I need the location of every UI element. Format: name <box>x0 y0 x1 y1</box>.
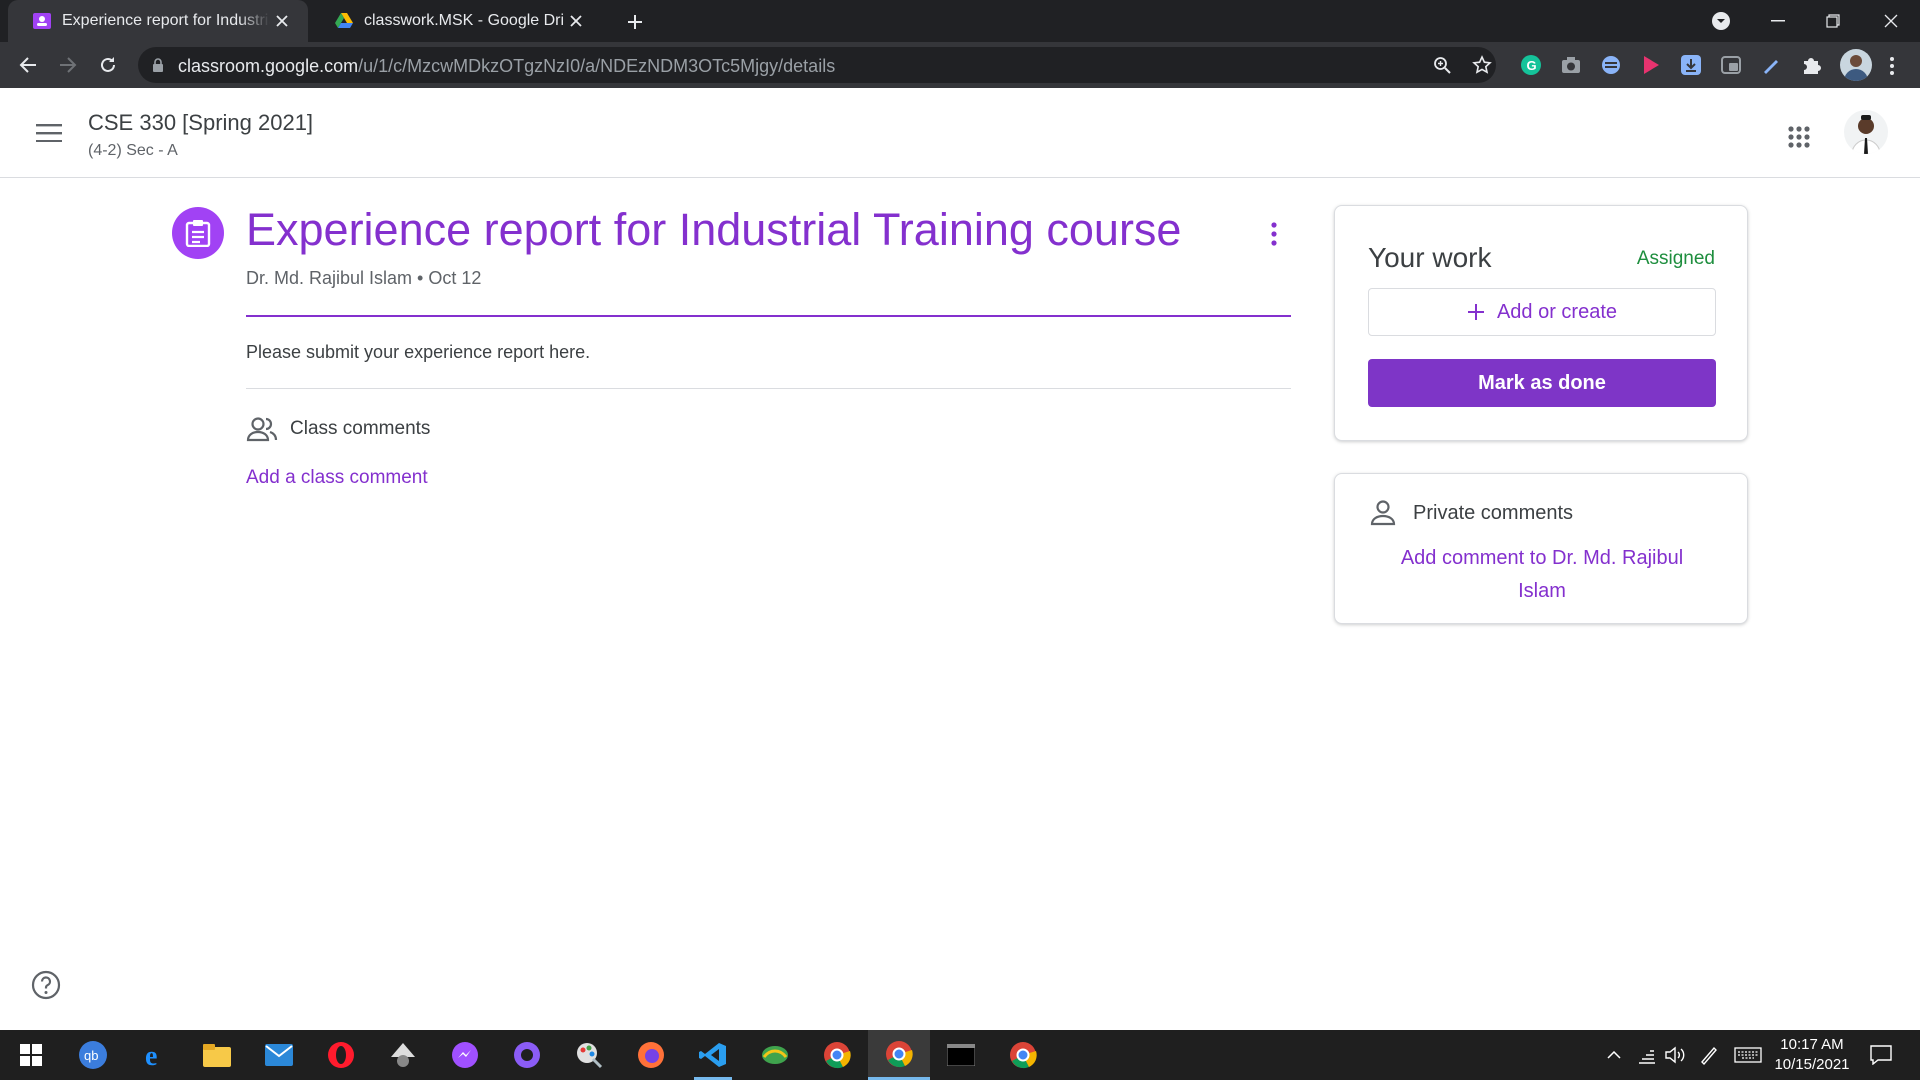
plus-icon <box>1467 304 1484 320</box>
show-hidden-icons-chevron-icon[interactable] <box>1602 1044 1626 1066</box>
windows-start-icon[interactable] <box>0 1030 62 1080</box>
main-menu-icon[interactable] <box>28 112 70 154</box>
private-comments-card: Private comments Add comment to Dr. Md. … <box>1334 473 1748 624</box>
github-desktop-icon[interactable] <box>496 1030 558 1080</box>
edge-browser-icon[interactable]: e <box>124 1030 186 1080</box>
class-name[interactable]: CSE 330 [Spring 2021] <box>88 110 313 136</box>
qbittorrent-icon[interactable]: qb <box>62 1030 124 1080</box>
touch-keyboard-icon[interactable] <box>1732 1044 1764 1066</box>
download-extension-icon[interactable] <box>1680 54 1702 76</box>
url-text: classroom.google.com/u/1/c/MzcwMDkzOTgzN… <box>178 56 836 76</box>
tab-title: classwork.MSK - Google Drive <box>364 12 564 29</box>
class-comments-heading: Class comments <box>290 418 431 439</box>
tab-search-icon[interactable] <box>1696 0 1746 42</box>
system-clock[interactable]: 10:17 AM 10/15/2021 <box>1770 1035 1854 1075</box>
network-icon[interactable] <box>1634 1044 1660 1066</box>
clock-date: 10/15/2021 <box>1774 1056 1850 1073</box>
file-explorer-icon[interactable] <box>186 1030 248 1080</box>
restore-icon[interactable] <box>1808 0 1858 42</box>
pen-extension-icon[interactable] <box>1760 54 1782 76</box>
assignment-instructions: Please submit your experience report her… <box>246 342 591 362</box>
camera-extension-icon[interactable] <box>1560 54 1582 76</box>
tab-classroom[interactable]: Experience report for Industrial Tr <box>8 0 308 42</box>
assignment-icon <box>172 207 224 259</box>
vpn-extension-icon[interactable] <box>1600 54 1622 76</box>
add-or-create-label: Add or create <box>1496 300 1618 323</box>
clock-time: 10:17 AM <box>1780 1036 1844 1053</box>
chrome-profile-avatar[interactable] <box>1840 49 1872 81</box>
windows-taskbar: qb e 10:17 AM 10/15/2021 <box>0 1030 1920 1080</box>
person-icon <box>1370 500 1396 526</box>
people-icon <box>246 417 278 442</box>
vscode-icon[interactable] <box>682 1030 744 1080</box>
play-extension-icon[interactable] <box>1640 54 1662 76</box>
chrome-active-window-icon[interactable] <box>868 1030 930 1080</box>
reload-icon[interactable] <box>92 49 124 81</box>
private-comments-heading: Private comments <box>1413 502 1574 524</box>
svg-text:qb: qb <box>84 1048 98 1063</box>
back-arrow-icon[interactable] <box>12 49 44 81</box>
paint-app-icon[interactable] <box>558 1030 620 1080</box>
picture-in-picture-icon[interactable] <box>1720 54 1742 76</box>
chrome-menu-icon[interactable] <box>1882 55 1902 77</box>
zoom-icon[interactable] <box>1432 55 1452 75</box>
lock-icon <box>153 58 163 72</box>
tab-title: Experience report for Industrial Tr <box>62 12 270 29</box>
extensions-puzzle-icon[interactable] <box>1800 54 1822 76</box>
classroom-favicon-icon <box>33 13 51 29</box>
mail-icon[interactable] <box>248 1030 310 1080</box>
browser-toolbar: classroom.google.com/u/1/c/MzcwMDkzOTgzN… <box>0 42 1920 88</box>
close-tab-icon[interactable] <box>270 9 294 33</box>
your-work-card: Your work Assigned Add or create Mark as… <box>1334 205 1748 441</box>
opera-browser-icon[interactable] <box>310 1030 372 1080</box>
add-class-comment-link[interactable]: Add a class comment <box>246 467 428 489</box>
close-tab-icon[interactable] <box>564 9 588 33</box>
more-options-icon[interactable] <box>1258 216 1290 252</box>
google-apps-icon[interactable] <box>1778 116 1820 158</box>
add-private-comment-link[interactable]: Add comment to Dr. Md. Rajibul Islam <box>1375 542 1709 608</box>
title-divider <box>246 315 1291 317</box>
help-icon[interactable] <box>30 969 62 1001</box>
svg-text:e: e <box>145 1041 157 1069</box>
messenger-icon[interactable] <box>434 1030 496 1080</box>
status-badge: Assigned <box>1636 248 1715 269</box>
globe-app-icon[interactable] <box>744 1030 806 1080</box>
inkscape-icon[interactable] <box>372 1030 434 1080</box>
assignment-author-date: Dr. Md. Rajibul Islam • Oct 12 <box>246 268 482 288</box>
new-tab-plus-icon[interactable] <box>622 9 648 35</box>
your-work-heading: Your work <box>1368 242 1492 273</box>
browser-tab-strip: Experience report for Industrial Tr clas… <box>0 0 1920 42</box>
google-drive-icon <box>335 13 353 28</box>
tab-google-drive[interactable]: classwork.MSK - Google Drive <box>310 0 602 42</box>
add-or-create-button[interactable]: Add or create <box>1368 288 1716 336</box>
terminal-icon[interactable] <box>930 1030 992 1080</box>
class-section: (4-2) Sec - A <box>88 142 178 159</box>
pen-workspace-icon[interactable] <box>1696 1044 1722 1066</box>
classroom-header: CSE 330 [Spring 2021] (4-2) Sec - A <box>0 88 1920 178</box>
assignment-title: Experience report for Industrial Trainin… <box>246 204 1182 255</box>
bookmark-star-icon[interactable] <box>1472 55 1492 75</box>
svg-text:G: G <box>1527 58 1537 73</box>
mark-as-done-button[interactable]: Mark as done <box>1368 359 1716 407</box>
chrome-profile-1-icon[interactable] <box>806 1030 868 1080</box>
instructions-divider <box>246 388 1291 389</box>
chrome-profile-2-icon[interactable] <box>992 1030 1054 1080</box>
volume-icon[interactable] <box>1662 1044 1688 1066</box>
address-bar[interactable]: classroom.google.com/u/1/c/MzcwMDkzOTgzN… <box>138 47 1496 83</box>
minimize-icon[interactable] <box>1753 0 1803 42</box>
grammarly-extension-icon[interactable]: G <box>1520 54 1542 76</box>
account-avatar[interactable] <box>1844 110 1888 154</box>
notification-center-icon[interactable] <box>1864 1044 1898 1066</box>
firefox-icon[interactable] <box>620 1030 682 1080</box>
forward-arrow-icon[interactable] <box>52 49 84 81</box>
close-window-icon[interactable] <box>1866 0 1916 42</box>
